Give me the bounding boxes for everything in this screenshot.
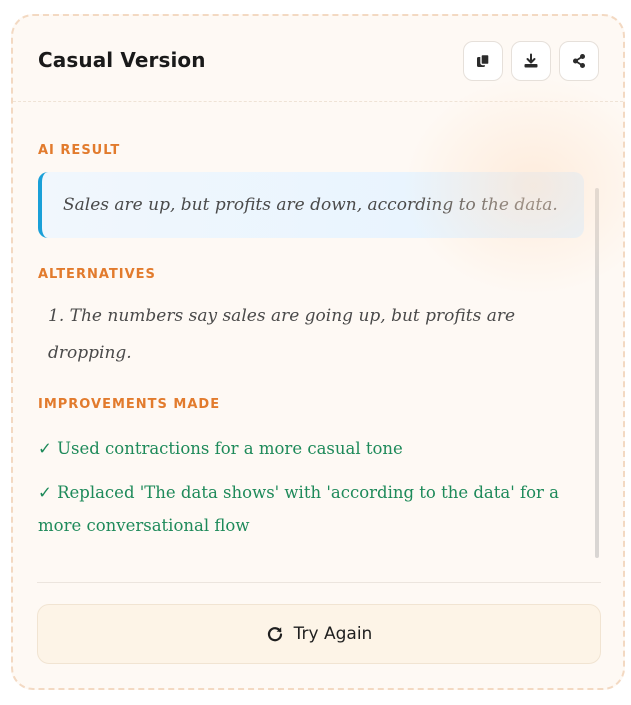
alternatives-label: ALTERNATIVES bbox=[38, 267, 156, 282]
ai-result-box: Sales are up, but profits are down, acco… bbox=[38, 172, 584, 238]
improvement-item: ✓ Used contractions for a more casual to… bbox=[38, 439, 403, 458]
alternatives-list: 1. The numbers say sales are going up, b… bbox=[48, 298, 548, 372]
copy-button[interactable] bbox=[463, 41, 503, 81]
improvements-list: ✓ Used contractions for a more casual to… bbox=[38, 432, 598, 553]
card-content: AI RESULT Sales are up, but profits are … bbox=[13, 102, 623, 582]
ai-result-text: Sales are up, but profits are down, acco… bbox=[63, 195, 558, 215]
try-again-label: Try Again bbox=[293, 624, 373, 644]
result-card: Casual Version AI RESULT Sales are up, b… bbox=[11, 14, 625, 690]
copy-icon bbox=[477, 53, 490, 67]
download-icon bbox=[524, 53, 538, 68]
card-title: Casual Version bbox=[38, 48, 206, 72]
ai-result-label: AI RESULT bbox=[38, 143, 121, 158]
improvements-label: IMPROVEMENTS MADE bbox=[38, 397, 221, 412]
share-icon bbox=[573, 54, 585, 68]
try-again-button[interactable]: Try Again bbox=[37, 604, 601, 664]
card-header: Casual Version bbox=[13, 16, 623, 102]
header-actions bbox=[463, 41, 599, 81]
footer-divider bbox=[37, 582, 601, 583]
share-button[interactable] bbox=[559, 41, 599, 81]
content-scrollbar[interactable] bbox=[595, 188, 599, 558]
refresh-icon bbox=[267, 627, 282, 642]
download-button[interactable] bbox=[511, 41, 551, 81]
improvement-item: ✓ Replaced 'The data shows' with 'accord… bbox=[38, 483, 560, 535]
alternative-item: 1. The numbers say sales are going up, b… bbox=[48, 306, 516, 363]
